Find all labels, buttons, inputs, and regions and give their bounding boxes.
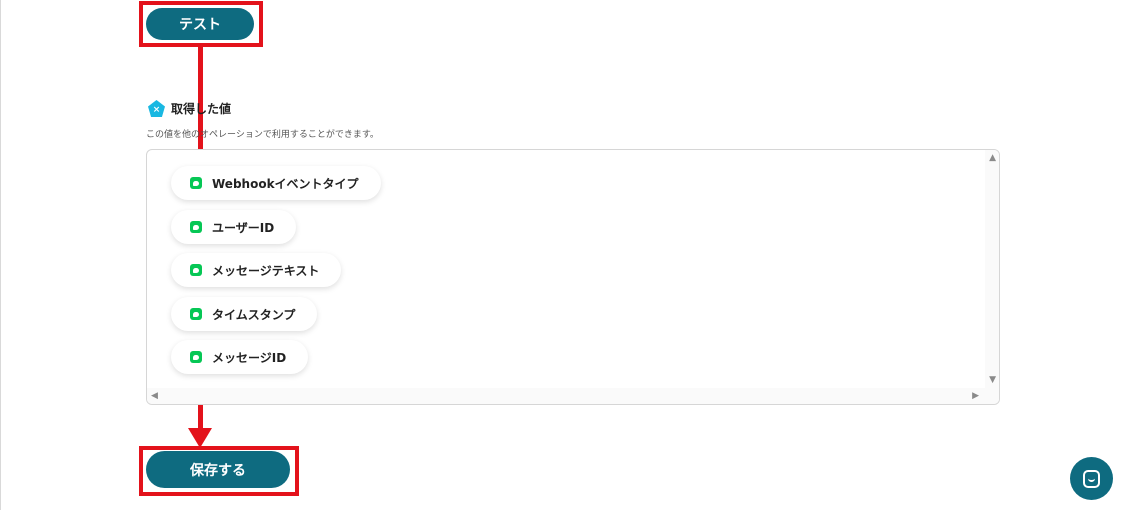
annotation-arrow-head — [188, 428, 212, 448]
value-chip-message-text[interactable]: メッセージテキスト — [171, 253, 342, 287]
chat-icon — [1083, 469, 1100, 488]
x-pentagon-icon: × — [148, 100, 165, 117]
scroll-up-arrow-icon[interactable]: ▲ — [989, 154, 996, 163]
scroll-right-arrow-icon[interactable]: ▶ — [972, 392, 979, 401]
retrieved-values-description: この値を他のオペレーションで利用することができます。 — [146, 130, 379, 140]
value-chip-user-id[interactable]: ユーザーID — [171, 210, 297, 244]
value-chip-timestamp[interactable]: タイムスタンプ — [171, 297, 318, 331]
line-app-icon — [190, 264, 202, 276]
value-chip-label: Webhookイベントタイプ — [212, 176, 359, 191]
horizontal-scrollbar[interactable] — [147, 388, 999, 404]
vertical-scrollbar[interactable] — [985, 150, 999, 390]
value-chip-webhook-event-type[interactable]: Webhookイベントタイプ — [171, 166, 381, 200]
chat-support-button[interactable] — [1070, 457, 1113, 500]
value-chip-label: ユーザーID — [212, 220, 275, 235]
scroll-left-arrow-icon[interactable]: ◀ — [151, 392, 158, 401]
line-app-icon — [190, 221, 202, 233]
scroll-down-arrow-icon[interactable]: ▼ — [989, 376, 996, 385]
highlight-box-save — [139, 446, 299, 496]
retrieved-values-panel: Webhookイベントタイプ ユーザーID メッセージテキスト タイムスタンプ … — [146, 149, 1000, 405]
value-chip-label: メッセージテキスト — [212, 263, 320, 278]
value-chip-label: タイムスタンプ — [212, 307, 296, 322]
value-chip-message-id[interactable]: メッセージID — [171, 340, 309, 374]
line-app-icon — [190, 177, 202, 189]
retrieved-values-title: 取得した値 — [171, 102, 232, 116]
page-left-border — [0, 0, 1, 510]
highlight-box-test — [139, 1, 263, 47]
line-app-icon — [190, 351, 202, 363]
retrieved-values-header: × 取得した値 — [148, 100, 231, 117]
value-chip-label: メッセージID — [212, 350, 287, 365]
line-app-icon — [190, 308, 202, 320]
